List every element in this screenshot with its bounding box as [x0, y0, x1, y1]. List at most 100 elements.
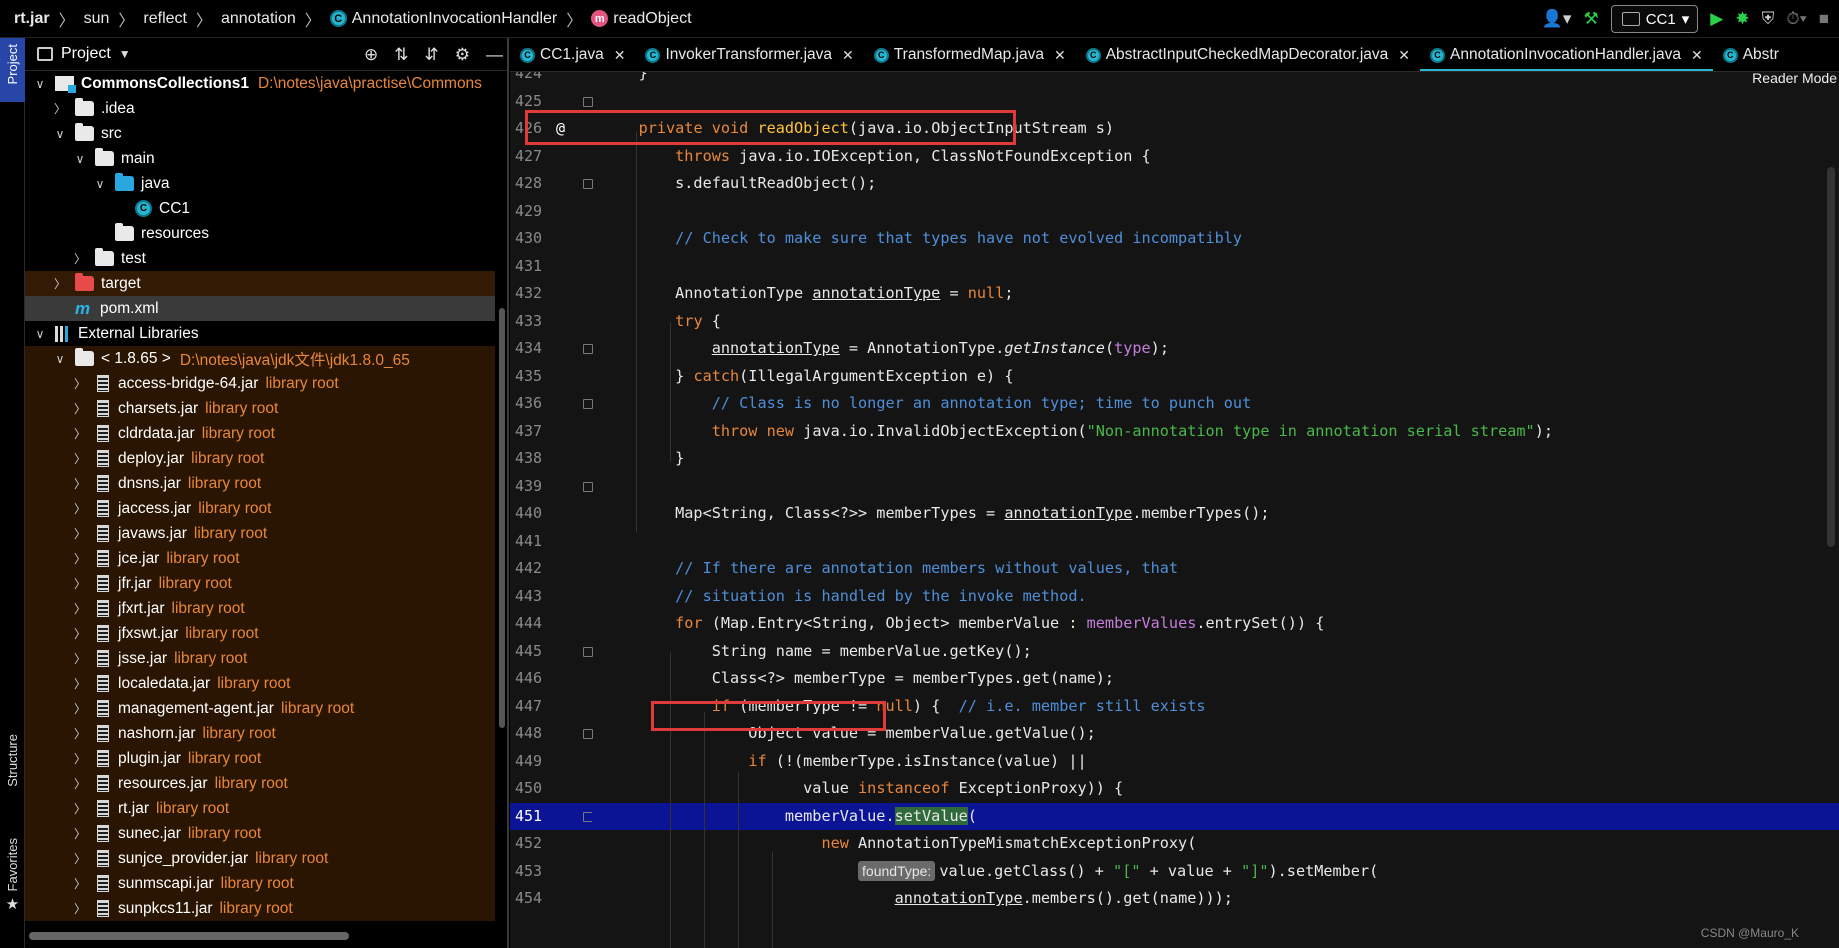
tree-node[interactable]: 〉 jfxrt.jar library root	[25, 596, 495, 621]
code-line[interactable]: }	[592, 445, 1839, 473]
locate-target-icon[interactable]: ⊕	[364, 45, 378, 65]
chevron-right-icon[interactable]: 〉	[73, 550, 87, 567]
line-number[interactable]: 434	[510, 335, 542, 363]
code-line[interactable]	[592, 913, 1839, 941]
code-line[interactable]: // Class is no longer an annotation type…	[592, 390, 1839, 418]
tree-node[interactable]: ∨ < 1.8.65 > D:\notes\java\jdk文件\jdk1.8.0_…	[25, 346, 495, 371]
line-number[interactable]: 443	[510, 583, 542, 611]
line-number[interactable]: 454	[510, 885, 542, 913]
breadcrumb-item[interactable]: annotation	[221, 10, 296, 28]
project-vertical-scrollbar[interactable]	[499, 308, 505, 728]
code-line[interactable]: AnnotationType annotationType = null;	[592, 280, 1839, 308]
breadcrumb-item[interactable]: rt.jar	[14, 10, 50, 28]
code-line[interactable]: new AnnotationTypeMismatchExceptionProxy…	[592, 830, 1839, 858]
chevron-right-icon[interactable]: 〉	[73, 650, 87, 667]
collapse-all-icon[interactable]: ⇵	[425, 45, 439, 65]
tree-node[interactable]: 〉 deploy.jar library root	[25, 446, 495, 471]
chevron-down-icon[interactable]: ∨	[33, 77, 47, 91]
tree-node[interactable]: ∨ External Libraries	[25, 321, 495, 346]
line-number[interactable]: 442	[510, 555, 542, 583]
code-line[interactable]: Class<?> memberType = memberTypes.get(na…	[592, 665, 1839, 693]
editor-tab[interactable]: C InvokerTransformer.java ✕	[635, 38, 863, 71]
close-icon[interactable]: ✕	[614, 47, 626, 64]
line-number[interactable]: 429	[510, 198, 542, 226]
line-number[interactable]: 450	[510, 775, 542, 803]
code-line[interactable]	[592, 88, 1839, 116]
code-line[interactable]: } catch(IllegalArgumentException e) {	[592, 363, 1839, 391]
tree-node[interactable]: 〉 .idea	[25, 96, 495, 121]
line-number[interactable]: 444	[510, 610, 542, 638]
tree-node[interactable]: 〉 sunjce_provider.jar library root	[25, 846, 495, 871]
line-number[interactable]: 431	[510, 253, 542, 281]
chevron-down-icon[interactable]: ∨	[33, 327, 47, 341]
tree-node[interactable]: 〉CCC1	[25, 196, 495, 221]
chevron-down-icon[interactable]: ▼	[119, 47, 131, 61]
chevron-right-icon[interactable]: 〉	[73, 575, 87, 592]
chevron-right-icon[interactable]: 〉	[73, 625, 87, 642]
tree-node[interactable]: 〉 jaccess.jar library root	[25, 496, 495, 521]
tree-node[interactable]: 〉 charsets.jar library root	[25, 396, 495, 421]
code-line[interactable]: throw new java.io.InvalidObjectException…	[592, 418, 1839, 446]
line-number[interactable]: 436	[510, 390, 542, 418]
line-number[interactable]: 430	[510, 225, 542, 253]
code-line[interactable]: // Check to make sure that types have no…	[592, 225, 1839, 253]
code-line[interactable]	[592, 198, 1839, 226]
editor-tab[interactable]: C AbstractInputCheckedMapDecorator.java ✕	[1076, 38, 1420, 71]
code-line[interactable]: annotationType = AnnotationType.getInsta…	[592, 335, 1839, 363]
code-line[interactable]: // situation is handled by the invoke me…	[592, 583, 1839, 611]
tree-node[interactable]: 〉 jce.jar library root	[25, 546, 495, 571]
line-number[interactable]: 448	[510, 720, 542, 748]
chevron-down-icon[interactable]: ∨	[53, 127, 67, 141]
coverage-shield-icon[interactable]: ⛨	[1762, 9, 1775, 29]
tree-node[interactable]: 〉 nashorn.jar library root	[25, 721, 495, 746]
project-horizontal-scrollbar[interactable]	[29, 932, 349, 940]
line-number[interactable]: 449	[510, 748, 542, 776]
chevron-right-icon[interactable]: 〉	[73, 425, 87, 442]
chevron-right-icon[interactable]: 〉	[73, 600, 87, 617]
code-area[interactable]: } private void readObject(java.io.Object…	[592, 72, 1839, 948]
hide-panel-icon[interactable]: —	[486, 45, 503, 65]
line-number[interactable]: 435	[510, 363, 542, 391]
tree-node[interactable]: 〉resources	[25, 221, 495, 246]
tree-node[interactable]: 〉 javaws.jar library root	[25, 521, 495, 546]
tree-node[interactable]: 〉 test	[25, 246, 495, 271]
line-number[interactable]: 447	[510, 693, 542, 721]
tree-node[interactable]: ∨ java	[25, 171, 495, 196]
line-number[interactable]: 425	[510, 88, 542, 116]
line-number[interactable]: 441	[510, 528, 542, 556]
build-hammer-icon[interactable]: ⚒	[1583, 9, 1598, 29]
tree-node[interactable]: ∨ CommonsCollections1 D:\notes\java\practi…	[25, 71, 495, 96]
code-line[interactable]: Object value = memberValue.getValue();	[592, 720, 1839, 748]
tree-node[interactable]: 〉 jsse.jar library root	[25, 646, 495, 671]
tree-node[interactable]: 〉 jfr.jar library root	[25, 571, 495, 596]
run-icon[interactable]: ▶	[1710, 9, 1723, 29]
code-line[interactable]: throws java.io.IOException, ClassNotFoun…	[592, 143, 1839, 171]
line-number[interactable]	[510, 913, 515, 941]
tree-node[interactable]: 〉 sunpkcs11.jar library root	[25, 896, 495, 921]
line-number[interactable]: 452	[510, 830, 542, 858]
override-at-icon[interactable]: @	[556, 119, 565, 137]
profile-icon[interactable]: ⏱▾	[1786, 9, 1806, 29]
chevron-down-icon[interactable]: ∨	[73, 152, 87, 166]
chevron-right-icon[interactable]: 〉	[73, 900, 87, 917]
editor-tab[interactable]: C CC1.java ✕	[510, 38, 635, 71]
tree-node[interactable]: 〉 localedata.jar library root	[25, 671, 495, 696]
debug-bug-icon[interactable]: ✸	[1735, 9, 1749, 29]
code-line[interactable]: if (memberType != null) { // i.e. member…	[592, 693, 1839, 721]
tree-node[interactable]: ∨ src	[25, 121, 495, 146]
line-number-gutter[interactable]: 424 425 426 @427 428 429 430 431 432 433 434 435 436…	[510, 72, 593, 948]
tree-node[interactable]: 〉 dnsns.jar library root	[25, 471, 495, 496]
tree-node[interactable]: 〉 sunec.jar library root	[25, 821, 495, 846]
breadcrumb-item[interactable]: reflect	[143, 10, 187, 28]
close-icon[interactable]: ✕	[1691, 47, 1703, 64]
chevron-right-icon[interactable]: 〉	[73, 375, 87, 392]
line-number[interactable]: 437	[510, 418, 542, 446]
chevron-right-icon[interactable]: 〉	[53, 275, 67, 292]
line-number[interactable]: 440	[510, 500, 542, 528]
close-icon[interactable]: ✕	[1054, 47, 1066, 64]
editor-tab[interactable]: C TransformedMap.java ✕	[864, 38, 1076, 71]
tree-node[interactable]: 〉 target	[25, 271, 495, 296]
code-line[interactable]: annotationType.members().get(name)));	[592, 885, 1839, 913]
code-line[interactable]: // If there are annotation members witho…	[592, 555, 1839, 583]
chevron-right-icon[interactable]: 〉	[73, 450, 87, 467]
